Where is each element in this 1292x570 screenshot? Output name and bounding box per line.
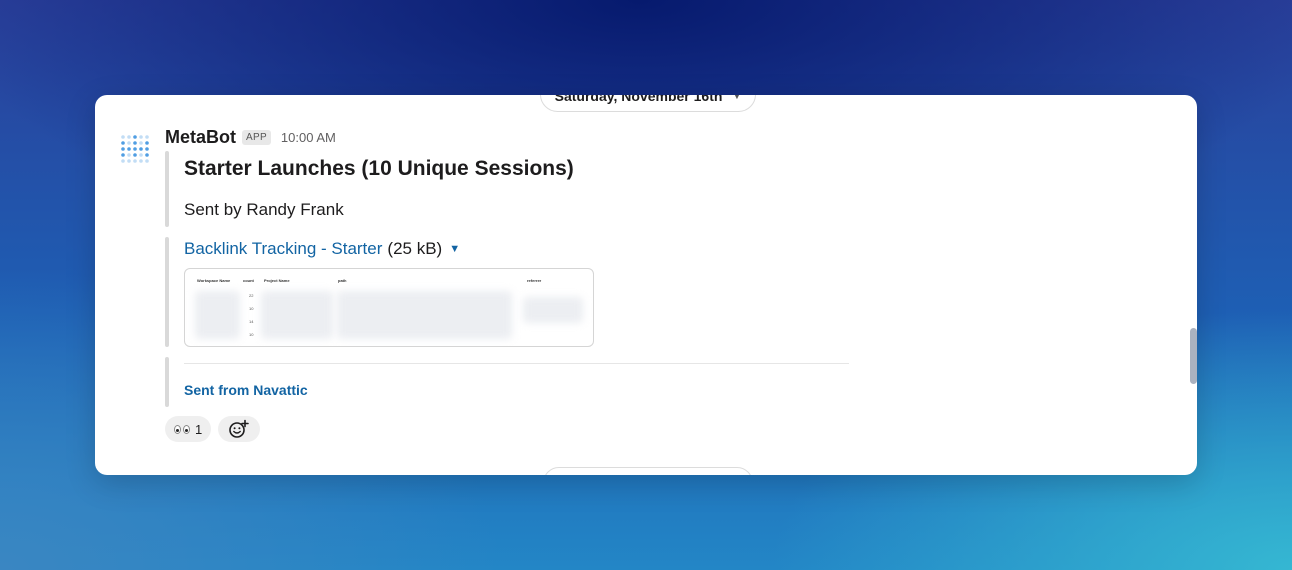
preview-header-row: Workspace Name count Project Name path r… [185, 278, 593, 290]
message-header: MetaBot APP 10:00 AM [165, 127, 336, 148]
preview-count: 22 [249, 293, 254, 298]
reaction-count: 1 [195, 421, 203, 437]
preview-column: Project Name [264, 278, 290, 283]
divider [184, 363, 849, 364]
file-name-link[interactable]: Backlink Tracking - Starter [184, 239, 382, 259]
preview-column: referrer [527, 278, 542, 283]
blurred-cell [523, 297, 583, 323]
add-reaction-icon [229, 419, 249, 438]
blurred-cell [195, 291, 240, 339]
blurred-cell [337, 291, 512, 339]
preview-count: 10 [249, 306, 254, 311]
scrollbar-thumb[interactable] [1190, 328, 1197, 384]
sender-name[interactable]: MetaBot [165, 127, 236, 148]
sent-from-link[interactable]: Sent from Navattic [184, 382, 308, 398]
reaction-eyes[interactable]: 1 [165, 416, 212, 442]
eyes-icon [174, 424, 190, 434]
sent-by-text: Sent by Randy Frank [184, 200, 344, 219]
metabase-logo-icon [121, 135, 149, 163]
chevron-down-icon: ▼ [732, 95, 742, 101]
preview-column: count [243, 278, 254, 283]
avatar[interactable] [117, 131, 153, 167]
preview-column: Workspace Name [197, 278, 231, 283]
preview-count: 14 [249, 319, 254, 324]
file-size: (25 kB) [387, 239, 443, 258]
app-badge: APP [242, 130, 271, 145]
add-reaction-button[interactable] [218, 416, 260, 442]
file-preview-thumbnail[interactable]: Workspace Name count Project Name path r… [184, 268, 594, 347]
preview-column: path [338, 278, 347, 283]
attachment-border [165, 151, 169, 227]
message-card: Saturday, November 16th ▼ MetaBot APP 10… [95, 95, 1197, 475]
attachment-border [165, 237, 169, 347]
blurred-cell [261, 291, 333, 339]
message-title: Starter Launches (10 Unique Sessions) [184, 157, 574, 180]
file-attachment-row: Backlink Tracking - Starter (25 kB) ▼ [184, 239, 460, 259]
preview-count: 10 [249, 332, 254, 337]
caret-down-icon[interactable]: ▼ [449, 243, 460, 255]
message-timestamp[interactable]: 10:00 AM [281, 130, 336, 145]
attachment-border [165, 357, 169, 407]
date-divider-button[interactable]: Saturday, November 16th ▼ [540, 95, 756, 112]
new-messages-pill[interactable] [543, 467, 753, 475]
date-label: Saturday, November 16th [554, 95, 723, 104]
